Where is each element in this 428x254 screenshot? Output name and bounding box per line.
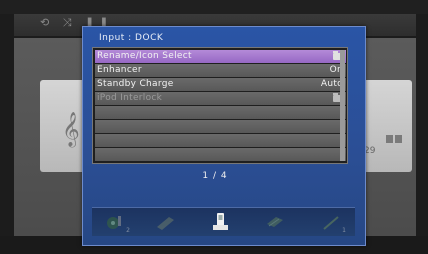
menu-item-empty <box>95 134 346 147</box>
menu-item-label: Standby Charge <box>97 79 174 89</box>
tools-tab-icon[interactable]: 1 <box>320 212 346 234</box>
menu-item-empty <box>95 148 346 161</box>
menu-item-empty <box>95 120 346 133</box>
sound-tab-icon[interactable]: 2 <box>104 212 130 234</box>
menu-list: Rename/Icon Select Enhancer On Standby Char… <box>92 47 348 164</box>
menu-item-label: Rename/Icon Select <box>97 51 192 61</box>
dock-tab-icon[interactable] <box>210 212 232 232</box>
menu-item-label: iPod Interlock <box>97 93 163 103</box>
music-note-icon: 𝄞 <box>62 112 80 147</box>
osd-menu-dialog: Input : DOCK Rename/Icon Select Enhancer O… <box>82 26 366 246</box>
menu-item-label: Enhancer <box>97 65 142 75</box>
osd-title: Input : DOCK <box>99 33 164 43</box>
background-top-band <box>0 0 428 14</box>
menu-item[interactable]: Rename/Icon Select <box>95 50 346 63</box>
menu-item[interactable]: Enhancer On <box>95 64 346 77</box>
tab-icon-bar: 2 1 <box>92 207 355 236</box>
menu-item[interactable]: Standby Charge Auto <box>95 78 346 91</box>
tools-tab-sub: 1 <box>342 227 346 234</box>
menu-item-empty <box>95 106 346 119</box>
sound-tab-sub: 2 <box>126 227 130 234</box>
settings-tab-icon[interactable] <box>264 212 286 232</box>
menu-scrollbar[interactable] <box>340 50 345 161</box>
video-tab-icon[interactable] <box>154 212 176 232</box>
page-indicator: 1 / 4 <box>202 171 228 181</box>
scrollbar-thumb[interactable] <box>340 50 345 161</box>
menu-item: iPod Interlock <box>95 92 346 105</box>
background-pause-icon <box>386 128 404 143</box>
